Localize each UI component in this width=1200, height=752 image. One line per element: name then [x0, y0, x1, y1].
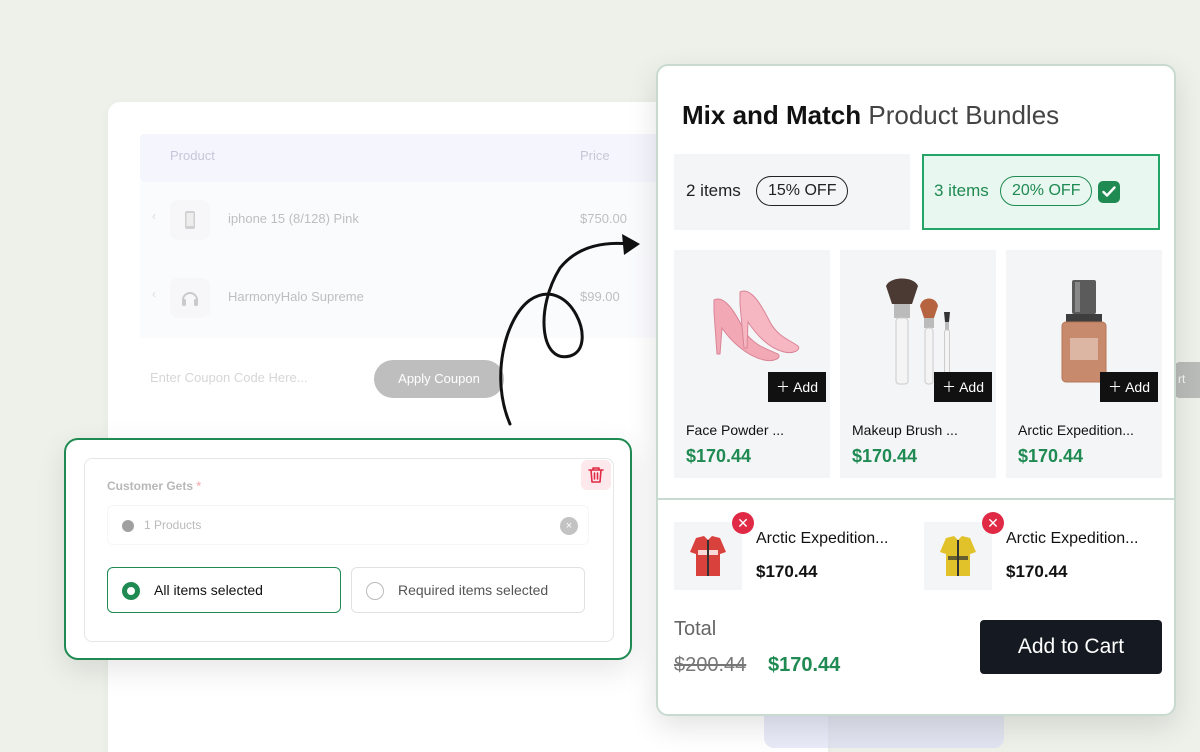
bundle-panel: Mix and Match Product Bundles 2 items 15…	[656, 64, 1176, 716]
title-light: Product Bundles	[868, 100, 1060, 130]
option-all-items[interactable]: All items selected	[107, 567, 341, 613]
column-product: Product	[170, 148, 215, 163]
option-label: All items selected	[154, 582, 263, 598]
selected-item-name: Arctic Expedition...	[1006, 530, 1139, 547]
selected-item-price: $170.44	[1006, 562, 1068, 581]
add-label: Add	[959, 379, 984, 395]
side-button-fragment[interactable]: rt	[1174, 362, 1200, 398]
column-price: Price	[580, 148, 610, 163]
apply-coupon-button[interactable]: Apply Coupon	[374, 360, 504, 398]
select-value: 1 Products	[144, 518, 202, 532]
plus-icon: ＋	[941, 379, 960, 395]
option-required-items[interactable]: Required items selected	[351, 567, 585, 613]
phone-icon	[170, 200, 210, 240]
red-jacket-image	[674, 522, 742, 590]
customer-gets-card: Customer Gets * 1 Products × All items s…	[64, 438, 632, 660]
add-button[interactable]: ＋ Add	[1099, 372, 1158, 402]
delete-button[interactable]	[581, 460, 611, 490]
selected-item-price: $170.44	[756, 562, 818, 581]
chevron-icon: ‹	[152, 209, 156, 223]
product-dot-icon	[122, 520, 134, 532]
product-price: $170.44	[686, 446, 752, 466]
products-select[interactable]: 1 Products ×	[107, 505, 589, 545]
checkbox-checked-icon[interactable]	[1098, 181, 1120, 203]
product-name: iphone 15 (8/128) Pink	[228, 211, 359, 226]
yellow-jacket-image	[924, 522, 992, 590]
total-label: Total	[674, 618, 717, 640]
panel-title: Mix and Match Product Bundles	[682, 100, 1059, 131]
product-name: Face Powder ...	[686, 422, 785, 438]
option-label: Required items selected	[398, 582, 549, 598]
add-to-cart-button[interactable]: Add to Cart	[980, 620, 1162, 674]
customer-gets-panel: Customer Gets * 1 Products × All items s…	[84, 458, 614, 642]
title-bold: Mix and Match	[682, 100, 862, 130]
label-text: Customer Gets	[107, 479, 194, 493]
discounted-total: $170.44	[768, 654, 841, 676]
original-total: $200.44	[674, 654, 747, 676]
remove-icon[interactable]: ✕	[982, 512, 1004, 534]
radio-selected-icon	[122, 582, 140, 600]
tier-label: 3 items	[934, 181, 989, 200]
plus-icon: ＋	[775, 379, 794, 395]
product-card[interactable]: ＋ Add Makeup Brush ... $170.44	[840, 250, 996, 478]
add-label: Add	[793, 379, 818, 395]
side-button-text: rt	[1178, 372, 1186, 386]
product-name: Makeup Brush ...	[852, 422, 958, 438]
clear-icon[interactable]: ×	[560, 517, 578, 535]
remove-icon[interactable]: ✕	[732, 512, 754, 534]
product-name: HarmonyHalo Supreme	[228, 289, 364, 304]
trash-icon	[588, 467, 604, 483]
plus-icon: ＋	[1107, 379, 1126, 395]
product-card[interactable]: ＋ Add Arctic Expedition... $170.44	[1006, 250, 1162, 478]
add-button[interactable]: ＋ Add	[933, 372, 992, 402]
tier-label: 2 items	[686, 181, 741, 200]
curly-arrow-icon	[499, 234, 640, 426]
required-mark: *	[196, 479, 202, 493]
discount-badge: 20% OFF	[1000, 176, 1093, 206]
chevron-icon: ‹	[152, 287, 156, 301]
selected-item: ✕ Arctic Expedition... $170.44	[924, 512, 1164, 592]
selected-item: ✕ Arctic Expedition... $170.44	[674, 512, 914, 592]
tier-2-items[interactable]: 2 items 15% OFF	[674, 154, 910, 230]
selected-item-name: Arctic Expedition...	[756, 530, 889, 547]
add-label: Add	[1125, 379, 1150, 395]
section-divider	[658, 498, 1174, 500]
tier-3-items[interactable]: 3 items 20% OFF	[922, 154, 1160, 230]
product-card[interactable]: ＋ Add Face Powder ... $170.44	[674, 250, 830, 478]
radio-unselected-icon	[366, 582, 384, 600]
product-price: $170.44	[852, 446, 918, 466]
customer-gets-label: Customer Gets *	[107, 479, 201, 493]
product-price: $750.00	[580, 211, 627, 226]
add-button[interactable]: ＋ Add	[767, 372, 826, 402]
headphones-icon	[170, 278, 210, 318]
discount-badge: 15% OFF	[756, 176, 849, 206]
coupon-input[interactable]: Enter Coupon Code Here...	[150, 370, 308, 385]
product-price: $170.44	[1018, 446, 1084, 466]
product-name: Arctic Expedition...	[1018, 422, 1134, 438]
